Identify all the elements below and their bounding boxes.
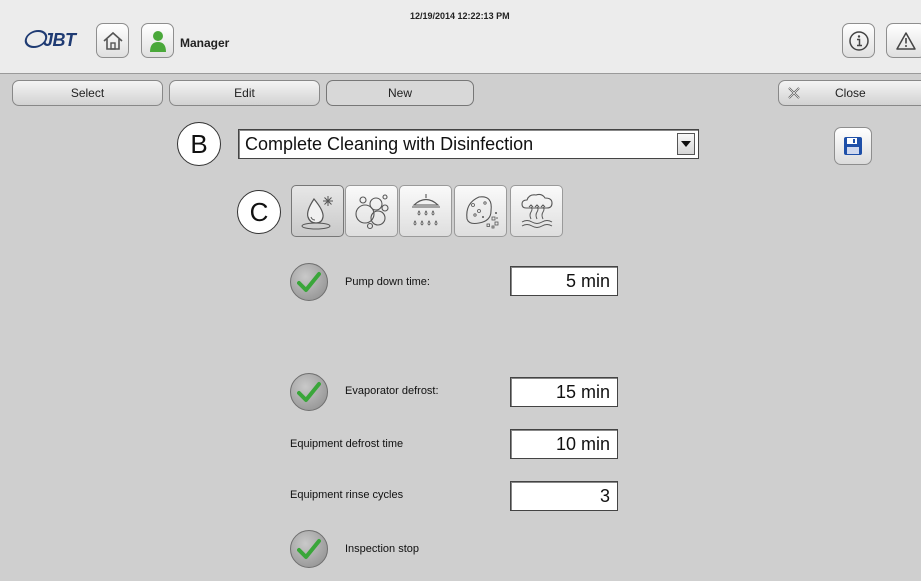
user-role: Manager: [180, 36, 230, 50]
equipment-defrost-label: Equipment defrost time: [290, 438, 404, 450]
home-icon: [102, 31, 123, 50]
tab-bar: Select Edit New Close: [0, 80, 921, 106]
info-icon: [848, 30, 869, 51]
evaporator-defrost-field[interactable]: 15 min: [510, 377, 618, 407]
cleaning-program-value: Complete Cleaning with Disinfection: [245, 134, 534, 154]
user-button[interactable]: [141, 23, 174, 58]
info-button[interactable]: [842, 23, 875, 58]
water-drop-snowflake-icon: [301, 196, 333, 230]
home-button[interactable]: [96, 23, 129, 58]
chevron-down-icon: [681, 141, 691, 147]
pump-down-time-field[interactable]: 5 min: [510, 266, 618, 296]
inspection-stop-checkbox[interactable]: [290, 530, 328, 568]
phase-rinse[interactable]: [399, 185, 452, 237]
foam-bubbles-icon: [354, 194, 389, 230]
checkmark-icon: [297, 382, 321, 402]
equipment-defrost-field[interactable]: 10 min: [510, 429, 618, 459]
checkmark-icon: [297, 539, 321, 559]
close-icon: [788, 87, 800, 99]
phase-drying[interactable]: [510, 185, 563, 237]
shower-spray-icon: [411, 194, 440, 226]
user-icon: [149, 30, 166, 52]
evaporator-defrost-label: Evaporator defrost:: [345, 385, 439, 397]
pump-down-label: Pump down time:: [345, 276, 430, 288]
phase-foam[interactable]: [345, 185, 398, 237]
close-label: Close: [835, 86, 866, 100]
save-button[interactable]: [834, 127, 872, 165]
pump-down-checkbox[interactable]: [290, 263, 328, 301]
warning-button[interactable]: [886, 23, 921, 58]
steam-cloud-icon: [520, 193, 553, 228]
tab-edit[interactable]: Edit: [169, 80, 320, 106]
annotation-b: B: [177, 122, 221, 166]
header-bar: JBT Manager 12/19/2014 12:22:13 PM: [0, 0, 921, 74]
phase-defrost[interactable]: [291, 185, 344, 237]
cleaning-program-select[interactable]: Complete Cleaning with Disinfection: [238, 129, 699, 159]
checkmark-icon: [297, 272, 321, 292]
inspection-stop-label: Inspection stop: [345, 543, 419, 555]
jbt-logo: JBT: [22, 30, 76, 51]
evaporator-defrost-checkbox[interactable]: [290, 373, 328, 411]
save-icon: [844, 137, 862, 155]
dropdown-arrow[interactable]: [677, 133, 695, 155]
close-button[interactable]: Close: [778, 80, 921, 106]
phase-disinfection[interactable]: [454, 185, 507, 237]
tab-new[interactable]: New: [326, 80, 474, 106]
rinse-cycles-field[interactable]: 3: [510, 481, 618, 511]
disinfection-particles-icon: [465, 196, 498, 229]
datetime: 12/19/2014 12:22:13 PM: [410, 11, 510, 21]
annotation-c: C: [237, 190, 281, 234]
warning-icon: [896, 31, 916, 50]
tab-select[interactable]: Select: [12, 80, 163, 106]
rinse-cycles-label: Equipment rinse cycles: [290, 489, 404, 501]
